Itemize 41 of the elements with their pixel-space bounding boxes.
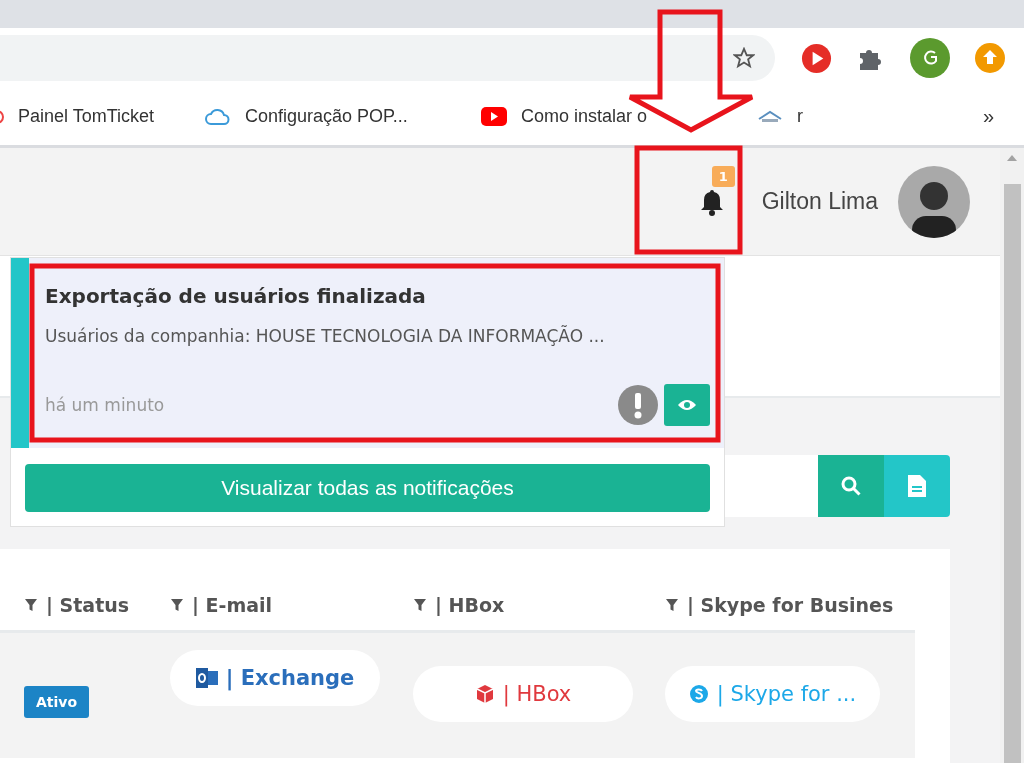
cube-icon	[474, 684, 495, 704]
eye-icon	[677, 399, 697, 411]
outlook-icon	[195, 668, 218, 688]
video-play-icon	[481, 107, 507, 126]
update-icon[interactable]	[975, 43, 1005, 73]
house-logo-icon	[757, 109, 783, 124]
filter-icon[interactable]	[413, 598, 427, 612]
hbox-pill[interactable]: | HBox	[413, 666, 633, 722]
bookmark-link[interactable]: Como instalar o	[521, 106, 648, 127]
exchange-pill[interactable]: | Exchange	[170, 650, 380, 706]
search-icon	[841, 476, 861, 496]
notification-time: há um minuto	[45, 395, 166, 415]
notification-title: Exportação de usuários finalizada	[45, 284, 427, 308]
export-button[interactable]	[884, 455, 950, 517]
filter-icon[interactable]	[24, 598, 38, 612]
play-icon[interactable]	[801, 42, 832, 74]
bookmark-link[interactable]: Painel TomTicket	[18, 106, 155, 127]
cloud-icon	[205, 107, 231, 126]
bookmark-link[interactable]: r	[797, 106, 803, 127]
view-button[interactable]	[664, 384, 710, 426]
notification-count-badge: 1	[711, 165, 735, 187]
filter-icon[interactable]	[665, 598, 679, 612]
column-header[interactable]: | Status	[46, 594, 130, 616]
document-icon	[907, 474, 927, 498]
notification-item[interactable]: Exportação de usuários finalizada Usuários da companhia: HOUSE TECNOLOGIA DA INFORMAÇÃO ... há um minuto	[29, 258, 724, 448]
notification-text: Usuários da companhia: HOUSE TECNOLOGIA DA INFORMAÇÃO ...	[45, 326, 606, 346]
filter-icon[interactable]	[170, 598, 184, 612]
status-badge: Ativo	[24, 686, 90, 718]
bookmark-link[interactable]: Configuração POP...	[245, 106, 408, 127]
search-button[interactable]	[818, 455, 884, 517]
skype-icon	[688, 684, 709, 704]
alert-icon[interactable]	[618, 385, 658, 425]
user-name[interactable]: Gilton Lima	[761, 188, 878, 215]
profile-avatar-icon[interactable]	[910, 38, 950, 78]
column-header[interactable]: | HBox	[435, 594, 505, 616]
scroll-up-icon[interactable]	[1006, 154, 1018, 162]
column-header[interactable]: | Skype for Busines	[687, 594, 894, 616]
column-header[interactable]: | E-mail	[192, 594, 273, 616]
star-icon[interactable]	[733, 47, 755, 69]
more-bookmarks-button[interactable]: »	[982, 105, 994, 128]
scrollbar-thumb[interactable]	[1003, 184, 1021, 763]
